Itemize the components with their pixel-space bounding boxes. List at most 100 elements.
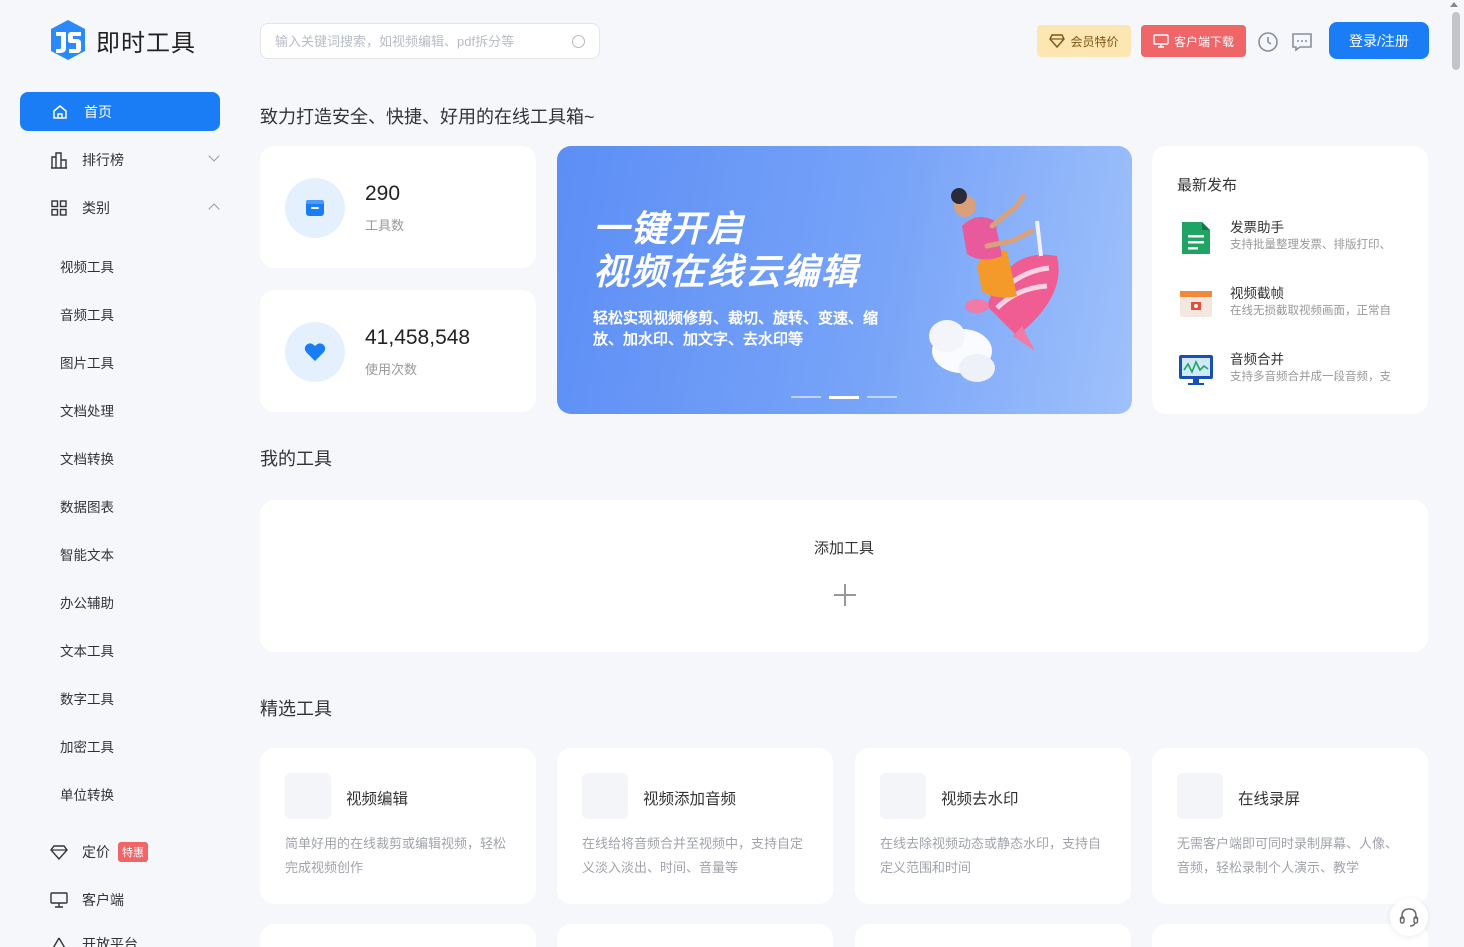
nav-ranking-label: 排行榜 <box>82 152 124 168</box>
latest-item-name: 发票助手 <box>1230 220 1284 235</box>
headset-icon <box>1399 908 1419 927</box>
sidebar-item-data-charts[interactable]: 数据图表 <box>60 496 114 516</box>
latest-item-invoice[interactable]: 发票助手 支持批量整理发票、排版打印、 <box>1177 214 1417 258</box>
video-frame-icon <box>1180 291 1212 317</box>
rocket-illustration <box>929 188 1059 382</box>
search-box[interactable] <box>260 23 600 59</box>
tool-icon-placeholder <box>880 773 926 819</box>
carousel-indicators[interactable] <box>791 396 897 399</box>
latest-item-audio-merge[interactable]: 音频合并 支持多音频合并成一段音频，支 <box>1177 346 1417 390</box>
nav-home[interactable]: 首页 <box>20 92 220 131</box>
carousel-dot[interactable] <box>867 396 897 398</box>
promo-banner[interactable]: 一键开启 视频在线云编辑 轻松实现视频修剪、裁切、旋转、变速、缩放、加水印、加文… <box>557 146 1132 414</box>
home-icon <box>53 104 67 119</box>
latest-item-video-frame[interactable]: 视频截帧 在线无损截取视频画面，正常自 <box>1177 280 1417 324</box>
usage-count-label: 使用次数 <box>365 362 418 377</box>
client-download-label: 客户端下载 <box>1173 34 1234 49</box>
box-icon <box>306 200 324 216</box>
vip-price-button[interactable]: 会员特价 <box>1037 25 1131 57</box>
banner-title-line2: 视频在线云编辑 <box>593 251 860 292</box>
logo-text: 即时工具 <box>96 29 196 57</box>
invoice-icon <box>1182 222 1210 254</box>
tool-icon-placeholder <box>1177 773 1223 819</box>
audio-merge-icon <box>1179 355 1213 385</box>
sidebar-item-crypto-tools[interactable]: 加密工具 <box>60 736 114 756</box>
monitor-icon <box>1153 34 1169 48</box>
tool-desc: 简单好用的在线裁剪或编辑视频，轻松完成视频创作 <box>285 836 507 875</box>
search-input[interactable] <box>275 33 572 49</box>
sidebar-item-image-tools[interactable]: 图片工具 <box>60 352 114 372</box>
vip-price-label: 会员特价 <box>1070 34 1119 49</box>
sidebar-item-number-tools[interactable]: 数字工具 <box>60 688 114 708</box>
chevron-up-icon <box>208 203 220 215</box>
client-download-button[interactable]: 客户端下载 <box>1141 25 1246 57</box>
chevron-down-icon <box>208 150 220 162</box>
nav-open-platform[interactable]: 开放平台 <box>50 934 138 947</box>
stat-card-usage: 41,458,548 使用次数 <box>260 290 536 412</box>
latest-item-desc: 支持批量整理发票、排版打印、 <box>1230 239 1391 251</box>
customer-support-button[interactable] <box>1390 898 1428 936</box>
stat-card-tools: 290 工具数 <box>260 146 536 268</box>
plus-icon[interactable] <box>834 584 856 606</box>
nav-pricing[interactable]: 定价 特惠 <box>50 842 148 862</box>
search-icon[interactable] <box>572 34 585 48</box>
message-icon[interactable] <box>1290 30 1314 54</box>
tool-card-screen-record[interactable]: 在线录屏 无需客户端即可同时录制屏幕、人像、音频，轻松录制个人演示、教学 <box>1152 748 1428 904</box>
monitor-icon <box>50 892 68 908</box>
tool-name: 视频添加音频 <box>643 791 737 808</box>
tool-card-peek[interactable] <box>557 924 833 947</box>
nav-pricing-label: 定价 <box>82 844 110 860</box>
tool-name: 视频去水印 <box>941 791 1019 808</box>
discount-badge: 特惠 <box>118 842 148 862</box>
latest-item-desc: 在线无损截取视频画面，正常自 <box>1230 305 1391 317</box>
logo[interactable]: 即时工具 <box>48 18 196 62</box>
history-icon[interactable] <box>1256 30 1280 54</box>
tool-name: 在线录屏 <box>1238 791 1301 808</box>
tool-name: 视频编辑 <box>346 791 409 808</box>
latest-releases-title: 最新发布 <box>1177 177 1238 194</box>
tool-desc: 在线给将音频合并至视频中，支持自定义淡入淡出、时间、音量等 <box>582 836 804 875</box>
diamond-icon <box>1049 34 1066 48</box>
add-tool-label: 添加工具 <box>813 540 874 557</box>
diamond-icon <box>50 845 68 860</box>
featured-tools-title: 精选工具 <box>260 699 332 719</box>
latest-releases-panel: 最新发布 发票助手 支持批量整理发票、排版打印、 视频截帧 在线无损截取视频画面… <box>1152 146 1428 414</box>
usage-count-value: 41,458,548 <box>365 326 471 349</box>
nav-category-label: 类别 <box>82 200 110 216</box>
sidebar-item-audio-tools[interactable]: 音频工具 <box>60 304 114 324</box>
sidebar-item-unit-conversion[interactable]: 单位转换 <box>60 784 114 804</box>
carousel-dot[interactable] <box>791 396 821 398</box>
page-title: 致力打造安全、快捷、好用的在线工具箱~ <box>260 107 595 127</box>
stat-circle <box>285 178 345 238</box>
nav-client[interactable]: 客户端 <box>50 890 124 910</box>
sidebar-item-video-tools[interactable]: 视频工具 <box>60 256 114 276</box>
add-tool-box[interactable]: 添加工具 <box>260 500 1428 652</box>
platform-icon <box>52 937 66 947</box>
banner-subtitle: 轻松实现视频修剪、裁切、旋转、变速、缩放、加水印、加文字、去水印等 <box>593 310 879 348</box>
sidebar-item-text-tools[interactable]: 文本工具 <box>60 640 114 660</box>
my-tools-title: 我的工具 <box>260 449 332 469</box>
tool-desc: 在线去除视频动态或静态水印，支持自定义范围和时间 <box>880 836 1102 875</box>
sidebar-item-smart-text[interactable]: 智能文本 <box>60 544 114 564</box>
carousel-dot-active[interactable] <box>829 396 859 399</box>
tool-card-video-edit[interactable]: 视频编辑 简单好用的在线裁剪或编辑视频，轻松完成视频创作 <box>260 748 536 904</box>
tool-card-peek[interactable] <box>1152 924 1428 947</box>
tool-icon-placeholder <box>582 773 628 819</box>
sidebar-item-doc-conversion[interactable]: 文档转换 <box>60 448 114 468</box>
nav-ranking[interactable]: 排行榜 <box>50 150 220 170</box>
login-register-button[interactable]: 登录/注册 <box>1329 22 1429 59</box>
tool-card-peek[interactable] <box>260 924 536 947</box>
sidebar-item-doc-processing[interactable]: 文档处理 <box>60 400 114 420</box>
tool-icon-placeholder <box>285 773 331 819</box>
tool-card-video-add-audio[interactable]: 视频添加音频 在线给将音频合并至视频中，支持自定义淡入淡出、时间、音量等 <box>557 748 833 904</box>
stat-circle <box>285 322 345 382</box>
scrollbar-thumb[interactable] <box>1452 12 1460 70</box>
tool-card-video-watermark-remove[interactable]: 视频去水印 在线去除视频动态或静态水印，支持自定义范围和时间 <box>855 748 1131 904</box>
logo-icon <box>51 20 85 60</box>
tool-card-peek[interactable] <box>855 924 1131 947</box>
scroll-up-arrow-icon[interactable] <box>1450 2 1458 7</box>
nav-category[interactable]: 类别 <box>50 198 220 218</box>
nav-open-platform-label: 开放平台 <box>82 936 138 947</box>
tool-desc: 无需客户端即可同时录制屏幕、人像、音频，轻松录制个人演示、教学 <box>1177 836 1399 875</box>
sidebar-item-office-assist[interactable]: 办公辅助 <box>60 592 114 612</box>
